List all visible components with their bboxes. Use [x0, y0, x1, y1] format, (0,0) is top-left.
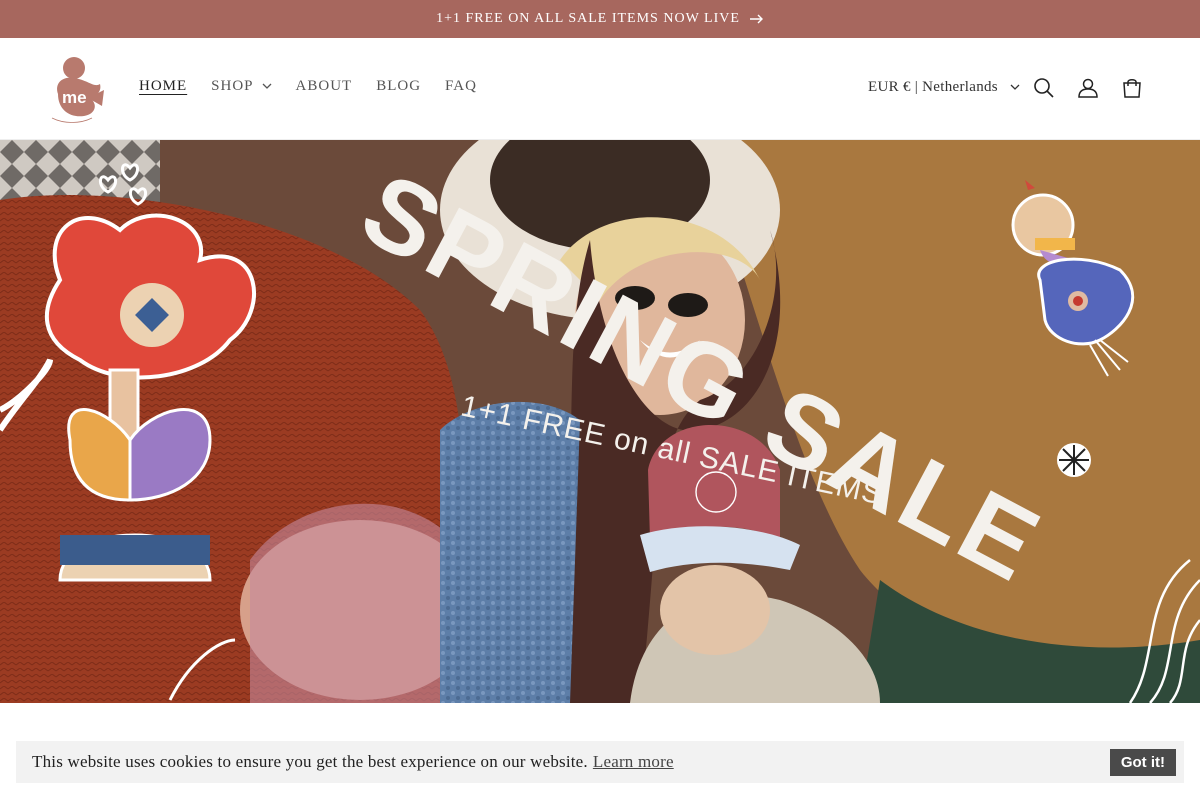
cart-icon[interactable]: [1121, 77, 1143, 99]
learn-more-link[interactable]: Learn more: [593, 752, 674, 772]
main-nav: HOME SHOP ABOUT BLOG FAQ: [139, 78, 501, 95]
svg-text:me: me: [62, 88, 87, 107]
nav-about-label[interactable]: ABOUT: [296, 78, 353, 95]
me-logo-icon[interactable]: me: [44, 54, 110, 124]
cookie-message: This website uses cookies to ensure you …: [32, 752, 588, 771]
nav-blog-label[interactable]: BLOG: [376, 78, 421, 95]
nav-shop-label[interactable]: SHOP: [211, 78, 253, 95]
chevron-down-icon: [262, 83, 271, 89]
hero-banner[interactable]: SPRING SALE 1+1 FREE on all SALE ITEMS: [0, 140, 1200, 703]
nav-about[interactable]: ABOUT: [296, 78, 353, 95]
currency-country-selector[interactable]: EUR € | Netherlands: [868, 79, 1020, 96]
nav-faq-label[interactable]: FAQ: [445, 78, 477, 95]
chevron-down-icon: [1010, 84, 1020, 90]
nav-home[interactable]: HOME: [139, 78, 187, 95]
cookie-accept-button[interactable]: Got it!: [1109, 749, 1176, 776]
site-header: me HOME SHOP ABOUT BLOG FAQ EUR € | Neth…: [0, 38, 1200, 140]
announcement-text[interactable]: 1+1 FREE ON ALL SALE ITEMS NOW LIVE: [436, 11, 740, 27]
account-icon[interactable]: [1077, 77, 1099, 99]
search-icon[interactable]: [1033, 77, 1055, 99]
nav-faq[interactable]: FAQ: [445, 78, 477, 95]
nav-home-label[interactable]: HOME: [139, 78, 187, 95]
locale-label[interactable]: EUR € | Netherlands: [868, 79, 998, 96]
hero-photo: [0, 140, 1200, 703]
cookie-banner: This website uses cookies to ensure you …: [16, 741, 1184, 783]
nav-blog[interactable]: BLOG: [376, 78, 421, 95]
arrow-right-icon: [749, 14, 763, 24]
nav-shop[interactable]: SHOP: [211, 78, 271, 95]
announcement-bar[interactable]: 1+1 FREE ON ALL SALE ITEMS NOW LIVE: [0, 0, 1200, 38]
